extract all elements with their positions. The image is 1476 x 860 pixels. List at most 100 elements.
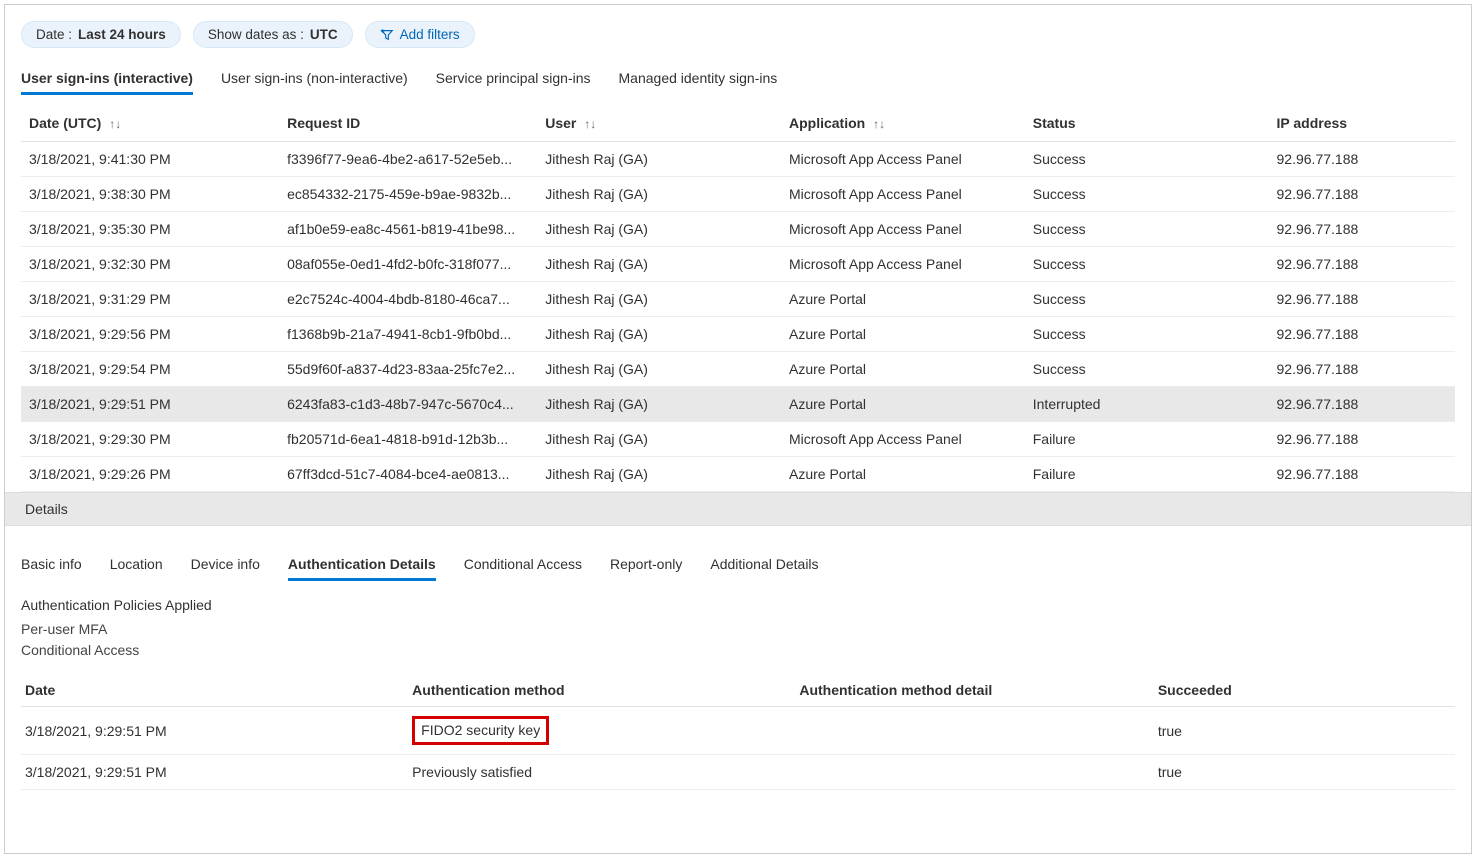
auth-col-succeeded[interactable]: Succeeded [1154,674,1455,707]
cell-user: Jithesh Raj (GA) [537,317,781,352]
table-row[interactable]: 3/18/2021, 9:32:30 PM08af055e-0ed1-4fd2-… [21,247,1455,282]
details-header-bar: Details [5,492,1471,526]
auth-col-date[interactable]: Date [21,674,408,707]
cell-app: Microsoft App Access Panel [781,142,1025,177]
signin-table: Date (UTC) ↑↓ Request ID User ↑↓ Applica… [21,105,1455,492]
cell-date: 3/18/2021, 9:32:30 PM [21,247,279,282]
filter-showas-label: Show dates as : [208,27,304,42]
filter-date-value: Last 24 hours [78,27,166,42]
cell-status: Failure [1025,422,1269,457]
table-row[interactable]: 3/18/2021, 9:29:54 PM55d9f60f-a837-4d23-… [21,352,1455,387]
auth-col-detail[interactable]: Authentication method detail [795,674,1154,707]
detail-tab-auth[interactable]: Authentication Details [288,550,436,581]
tab-service-principal[interactable]: Service principal sign-ins [436,64,591,95]
filter-date-label: Date : [36,27,72,42]
filter-date-pill[interactable]: Date : Last 24 hours [21,21,181,48]
cell-ip: 92.96.77.188 [1269,142,1455,177]
add-filters-button[interactable]: Add filters [365,21,475,48]
filter-icon [380,28,394,42]
cell-req: 6243fa83-c1d3-48b7-947c-5670c4... [279,387,537,422]
cell-user: Jithesh Raj (GA) [537,387,781,422]
detail-tab-basic[interactable]: Basic info [21,550,82,581]
auth-row[interactable]: 3/18/2021, 9:29:51 PMPreviously satisfie… [21,755,1455,790]
col-status[interactable]: Status [1025,105,1269,142]
table-row[interactable]: 3/18/2021, 9:41:30 PMf3396f77-9ea6-4be2-… [21,142,1455,177]
col-application[interactable]: Application ↑↓ [781,105,1025,142]
auth-details-table: Date Authentication method Authenticatio… [21,674,1455,791]
table-row[interactable]: 3/18/2021, 9:29:30 PMfb20571d-6ea1-4818-… [21,422,1455,457]
table-row[interactable]: 3/18/2021, 9:29:56 PMf1368b9b-21a7-4941-… [21,317,1455,352]
col-user[interactable]: User ↑↓ [537,105,781,142]
tab-managed-identity[interactable]: Managed identity sign-ins [619,64,778,95]
tab-interactive[interactable]: User sign-ins (interactive) [21,64,193,95]
sort-icon: ↑↓ [584,117,596,131]
cell-app: Microsoft App Access Panel [781,177,1025,212]
cell-app: Azure Portal [781,457,1025,492]
cell-status: Failure [1025,457,1269,492]
details-section: Basic info Location Device info Authenti… [5,526,1471,790]
cell-user: Jithesh Raj (GA) [537,457,781,492]
cell-date: 3/18/2021, 9:38:30 PM [21,177,279,212]
detail-tab-report[interactable]: Report-only [610,550,682,581]
cell-date: 3/18/2021, 9:29:54 PM [21,352,279,387]
filter-showas-pill[interactable]: Show dates as : UTC [193,21,353,48]
detail-tab-additional[interactable]: Additional Details [710,550,818,581]
cell-date: 3/18/2021, 9:29:30 PM [21,422,279,457]
auth-row[interactable]: 3/18/2021, 9:29:51 PMFIDO2 security keyt… [21,706,1455,755]
detail-tab-device[interactable]: Device info [191,550,260,581]
cell-status: Success [1025,142,1269,177]
auth-cell-detail [795,706,1154,755]
auth-col-method[interactable]: Authentication method [408,674,795,707]
table-row[interactable]: 3/18/2021, 9:35:30 PMaf1b0e59-ea8c-4561-… [21,212,1455,247]
cell-ip: 92.96.77.188 [1269,317,1455,352]
details-label: Details [25,501,68,517]
auth-policies-label: Authentication Policies Applied [21,597,1455,613]
cell-user: Jithesh Raj (GA) [537,142,781,177]
table-row[interactable]: 3/18/2021, 9:29:51 PM6243fa83-c1d3-48b7-… [21,387,1455,422]
col-ip[interactable]: IP address [1269,105,1455,142]
cell-ip: 92.96.77.188 [1269,177,1455,212]
auth-cell-detail [795,755,1154,790]
filter-showas-value: UTC [310,27,338,42]
cell-status: Success [1025,317,1269,352]
cell-app: Microsoft App Access Panel [781,212,1025,247]
table-row[interactable]: 3/18/2021, 9:29:26 PM67ff3dcd-51c7-4084-… [21,457,1455,492]
table-row[interactable]: 3/18/2021, 9:38:30 PMec854332-2175-459e-… [21,177,1455,212]
auth-policies-values: Per-user MFA Conditional Access [21,619,1455,660]
cell-ip: 92.96.77.188 [1269,352,1455,387]
col-date[interactable]: Date (UTC) ↑↓ [21,105,279,142]
cell-app: Microsoft App Access Panel [781,247,1025,282]
cell-app: Microsoft App Access Panel [781,422,1025,457]
detail-tab-ca[interactable]: Conditional Access [464,550,582,581]
cell-req: ec854332-2175-459e-b9ae-9832b... [279,177,537,212]
policy-line: Per-user MFA [21,619,1455,639]
cell-date: 3/18/2021, 9:35:30 PM [21,212,279,247]
cell-req: af1b0e59-ea8c-4561-b819-41be98... [279,212,537,247]
cell-req: 08af055e-0ed1-4fd2-b0fc-318f077... [279,247,537,282]
cell-req: 55d9f60f-a837-4d23-83aa-25fc7e2... [279,352,537,387]
cell-req: fb20571d-6ea1-4818-b91d-12b3b... [279,422,537,457]
cell-date: 3/18/2021, 9:29:56 PM [21,317,279,352]
table-row[interactable]: 3/18/2021, 9:31:29 PMe2c7524c-4004-4bdb-… [21,282,1455,317]
cell-user: Jithesh Raj (GA) [537,352,781,387]
cell-status: Success [1025,212,1269,247]
signin-type-tabs: User sign-ins (interactive) User sign-in… [21,64,1455,95]
cell-ip: 92.96.77.188 [1269,457,1455,492]
tab-noninteractive[interactable]: User sign-ins (non-interactive) [221,64,408,95]
detail-tabs: Basic info Location Device info Authenti… [21,550,1455,581]
cell-status: Success [1025,282,1269,317]
policy-line: Conditional Access [21,640,1455,660]
cell-date: 3/18/2021, 9:41:30 PM [21,142,279,177]
cell-user: Jithesh Raj (GA) [537,422,781,457]
cell-status: Success [1025,247,1269,282]
detail-tab-location[interactable]: Location [110,550,163,581]
cell-req: f3396f77-9ea6-4be2-a617-52e5eb... [279,142,537,177]
cell-ip: 92.96.77.188 [1269,282,1455,317]
cell-user: Jithesh Raj (GA) [537,247,781,282]
cell-app: Azure Portal [781,317,1025,352]
col-request-id[interactable]: Request ID [279,105,537,142]
sort-icon: ↑↓ [873,117,885,131]
cell-status: Success [1025,352,1269,387]
auth-cell-succeeded: true [1154,706,1455,755]
cell-ip: 92.96.77.188 [1269,422,1455,457]
